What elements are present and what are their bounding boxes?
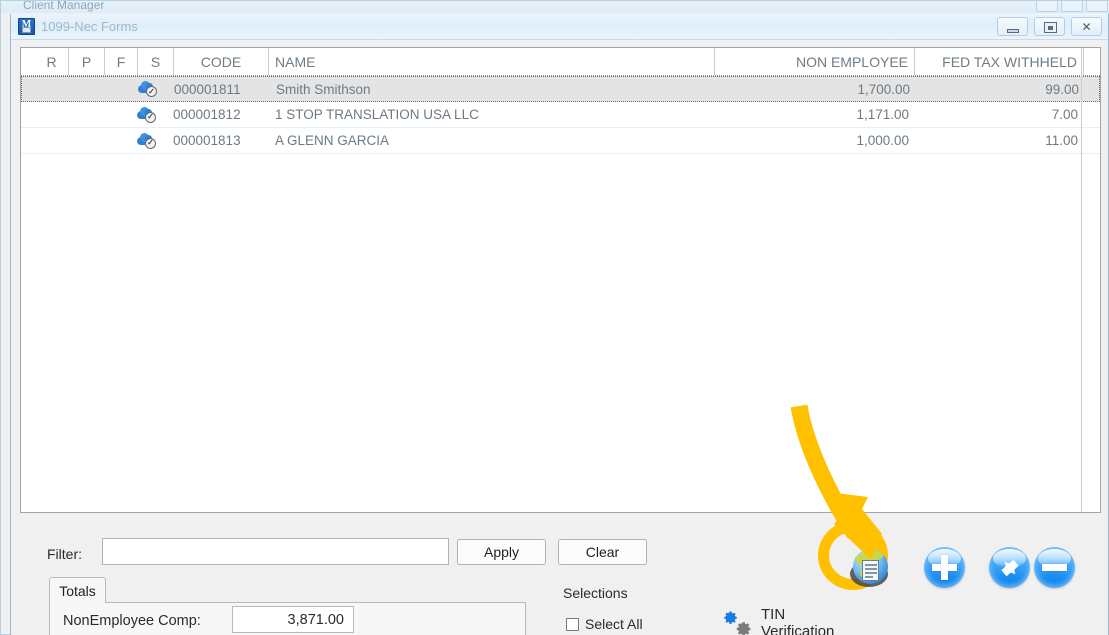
cloud-check-icon: ✓: [138, 81, 158, 97]
background-window-title: Client Manager: [23, 1, 105, 12]
nonemployee-comp-value: 3,871.00: [232, 606, 354, 633]
document-glyph: [862, 560, 879, 581]
edit-button[interactable]: [989, 547, 1030, 588]
tin-verification-label: TIN Verification: [761, 606, 834, 635]
window-titlebar[interactable]: M 1099-Nec Forms ✕: [11, 14, 1108, 40]
cell-code: 000001812: [173, 107, 241, 122]
column-header-name[interactable]: NAME: [269, 48, 715, 75]
table-row[interactable]: ✓ 000001813 A GLENN GARCIA 1,000.00 11.0…: [21, 128, 1100, 154]
delete-button[interactable]: [1034, 547, 1075, 588]
gears-icon: [720, 606, 754, 635]
row-status-icon-cell: ✓: [127, 128, 167, 153]
close-button[interactable]: ✕: [1071, 17, 1102, 36]
background-titlebar: Client Manager: [1, 1, 1109, 13]
app-icon: M: [18, 18, 35, 35]
cell-name: A GLENN GARCIA: [275, 133, 390, 148]
grid-right-divider: [1081, 48, 1082, 512]
table-row[interactable]: ✓ 000001812 1 STOP TRANSLATION USA LLC 1…: [21, 102, 1100, 128]
column-header-code[interactable]: CODE: [174, 48, 269, 75]
restore-button[interactable]: [1034, 17, 1065, 36]
tab-totals[interactable]: Totals: [49, 577, 106, 603]
minus-icon: [1034, 547, 1075, 588]
cell-fedtax: 11.00: [1045, 133, 1078, 148]
column-header-r[interactable]: R: [35, 48, 69, 75]
cell-code: 000001811: [174, 81, 241, 97]
cell-name: Smith Smithson: [276, 81, 371, 97]
checkbox-icon: [566, 617, 579, 631]
grid-header-row: R P F S CODE NAME NON EMPLOYEE FED TAX W…: [21, 48, 1100, 76]
column-header-fedtax[interactable]: FED TAX WITHHELD: [915, 48, 1084, 75]
tin-verification-item[interactable]: TIN Verification: [720, 606, 834, 635]
apply-button[interactable]: Apply: [457, 539, 546, 565]
column-header-nonemployee[interactable]: NON EMPLOYEE: [715, 48, 915, 75]
clear-button[interactable]: Clear: [558, 539, 647, 565]
tin-line-1: TIN: [761, 606, 786, 623]
close-icon: ✕: [1081, 19, 1092, 34]
filter-label: Filter:: [47, 546, 82, 562]
column-header-f[interactable]: F: [105, 48, 138, 75]
refresh-arrows-icon: [989, 547, 1030, 588]
row-status-icon-cell: ✓: [127, 102, 167, 127]
background-window-controls: [1036, 1, 1108, 12]
cell-code: 000001813: [173, 133, 241, 148]
table-row[interactable]: ✓ 000001811 Smith Smithson 1,700.00 99.0…: [21, 76, 1100, 102]
minimize-button[interactable]: [997, 17, 1028, 36]
column-header-spacer: [1084, 48, 1102, 75]
cloud-check-icon: ✓: [137, 106, 157, 123]
grid-body: ✓ 000001811 Smith Smithson 1,700.00 99.0…: [21, 76, 1100, 154]
cell-nonemployee: 1,000.00: [856, 133, 909, 148]
background-restore-button[interactable]: [1061, 1, 1083, 12]
plus-icon: [924, 547, 965, 588]
cell-nonemployee: 1,171.00: [856, 107, 909, 122]
select-all-label: Select All: [585, 616, 643, 632]
selections-legend: Selections: [560, 585, 631, 601]
cell-name: 1 STOP TRANSLATION USA LLC: [275, 107, 479, 122]
cell-fedtax: 7.00: [1051, 107, 1078, 122]
column-header-s[interactable]: S: [138, 48, 174, 75]
tin-line-2: Verification: [761, 623, 835, 635]
globe-document-icon[interactable]: [849, 548, 891, 590]
nonemployee-comp-label: NonEmployee Comp:: [63, 613, 201, 629]
background-close-button[interactable]: [1086, 1, 1108, 12]
minimize-icon: [1007, 29, 1019, 33]
background-minimize-button[interactable]: [1036, 1, 1058, 12]
forms-grid: R P F S CODE NAME NON EMPLOYEE FED TAX W…: [20, 47, 1101, 513]
cell-fedtax: 99.00: [1045, 81, 1079, 97]
filter-input[interactable]: [102, 538, 449, 565]
row-status-icon-cell: ✓: [128, 77, 168, 101]
window-controls: ✕: [997, 17, 1102, 36]
select-all-checkbox[interactable]: Select All: [566, 616, 643, 632]
window-title: 1099-Nec Forms: [41, 19, 138, 34]
cloud-check-icon: ✓: [137, 132, 157, 149]
screenshot-root: Client Manager M 1099-Nec Forms ✕ R P F …: [0, 0, 1109, 635]
column-header-p[interactable]: P: [69, 48, 105, 75]
cell-nonemployee: 1,700.00: [857, 81, 910, 97]
window-1099-nec-forms: M 1099-Nec Forms ✕ R P F S CODE NAME NON…: [10, 14, 1109, 635]
add-button[interactable]: [924, 547, 965, 588]
restore-icon: [1044, 22, 1057, 33]
